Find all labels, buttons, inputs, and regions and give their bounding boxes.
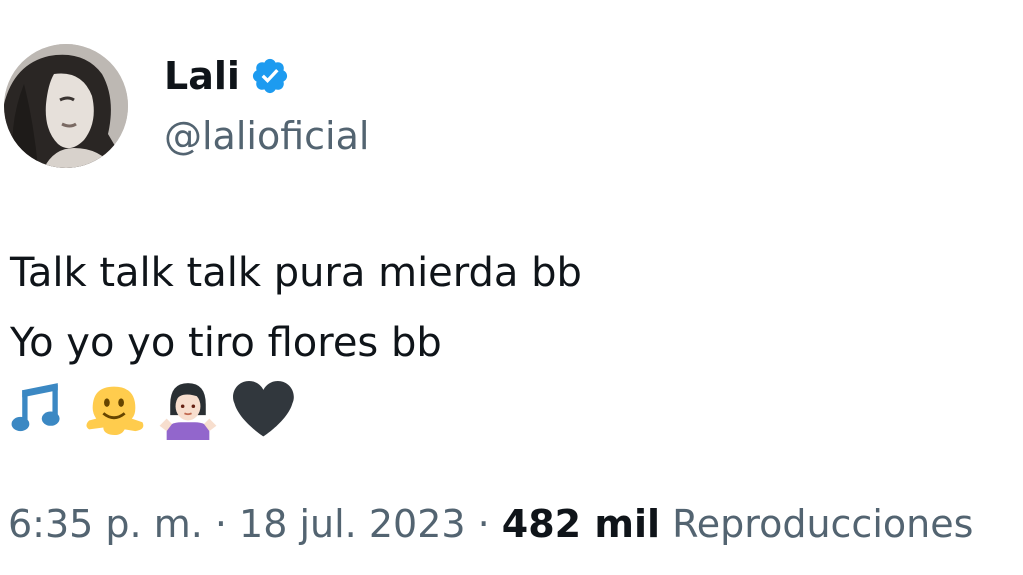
melting-face-icon xyxy=(86,386,144,436)
author-name-text: Lali xyxy=(164,54,240,98)
avatar[interactable] xyxy=(4,44,128,168)
author-display-name[interactable]: Lali xyxy=(164,52,290,100)
tweet-line: Talk talk talk pura mierda bb xyxy=(10,250,582,296)
tweet-time[interactable]: 6:35 p. m. xyxy=(8,502,203,546)
tweet-line: Yo yo yo tiro flores bb xyxy=(10,320,442,366)
musical-notes-icon xyxy=(11,383,60,432)
meta-separator: · xyxy=(465,502,502,546)
woman-shrugging-icon xyxy=(159,383,217,440)
views-label: Reproducciones xyxy=(672,502,974,546)
tweet-date[interactable]: 18 jul. 2023 xyxy=(239,502,466,546)
tweet-text: Talk talk talk pura mierda bb Yo yo yo t… xyxy=(10,238,582,378)
author-handle[interactable]: @lalioficial xyxy=(164,112,369,160)
tweet-card: Lali @lalioficial Talk talk talk pura mi… xyxy=(0,0,1023,575)
tweet-meta: 6:35 p. m. · 18 jul. 2023 · 482 mil Repr… xyxy=(8,498,973,550)
meta-separator: · xyxy=(202,502,240,546)
avatar-image xyxy=(4,44,128,168)
emoji-row xyxy=(8,376,294,440)
views-count[interactable]: 482 mil xyxy=(502,502,660,546)
verified-badge-icon xyxy=(252,58,288,94)
black-heart-icon xyxy=(233,380,294,437)
